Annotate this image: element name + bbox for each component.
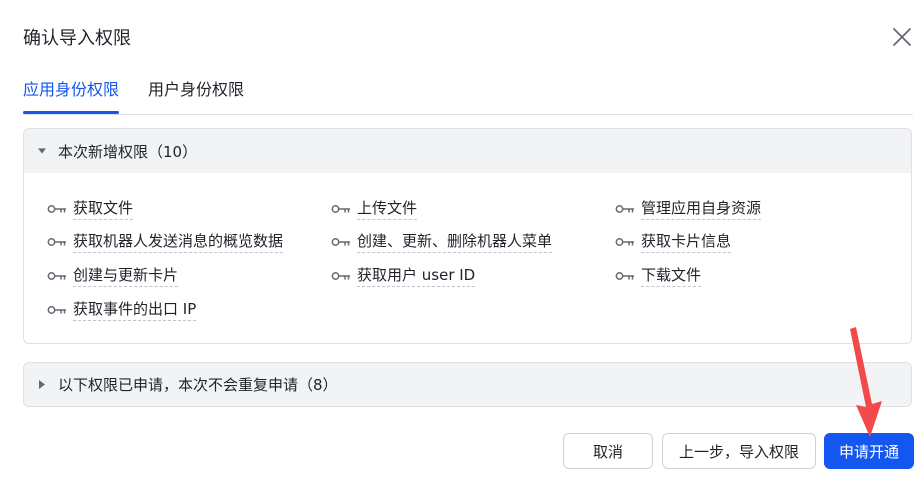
cancel-button[interactable]: 取消	[563, 433, 653, 469]
applied-permissions-header[interactable]: 以下权限已申请，本次不会重复申请（8）	[24, 363, 911, 406]
permission-label: 获取文件	[73, 197, 134, 220]
permission-item: 获取文件	[47, 197, 134, 220]
permission-label: 获取事件的出口 IP	[73, 298, 197, 321]
back-import-button[interactable]: 上一步，导入权限	[662, 433, 816, 469]
permission-label: 创建与更新卡片	[73, 264, 179, 287]
active-tab-indicator	[23, 111, 120, 114]
new-permissions-header[interactable]: 本次新增权限（10）	[24, 129, 911, 173]
key-icon	[615, 204, 634, 213]
close-icon[interactable]	[890, 25, 914, 49]
permission-label: 创建、更新、删除机器人菜单	[357, 230, 553, 253]
permission-label: 获取机器人发送消息的概览数据	[73, 230, 284, 253]
tab-label: 用户身份权限	[148, 80, 245, 99]
permission-label: 下载文件	[641, 264, 702, 287]
permission-item: 下载文件	[615, 264, 702, 287]
applied-permissions-panel: 以下权限已申请，本次不会重复申请（8）	[23, 362, 912, 407]
tab-label: 应用身份权限	[23, 80, 120, 99]
tab-user-identity-permissions[interactable]: 用户身份权限	[148, 76, 244, 100]
dialog-title: 确认导入权限	[23, 28, 131, 49]
key-icon	[615, 237, 634, 246]
permission-item: 获取事件的出口 IP	[47, 298, 197, 321]
caret-right-icon	[38, 380, 46, 389]
key-icon	[47, 204, 66, 213]
permission-item: 上传文件	[331, 197, 418, 220]
permission-item: 创建与更新卡片	[47, 264, 179, 287]
key-icon	[47, 305, 66, 314]
key-icon	[331, 204, 350, 213]
permission-label: 获取卡片信息	[641, 230, 732, 253]
permission-item: 管理应用自身资源	[615, 197, 762, 220]
new-permissions-title: 本次新增权限（10）	[58, 142, 198, 161]
key-icon	[331, 237, 350, 246]
tab-app-identity-permissions[interactable]: 应用身份权限	[23, 76, 120, 114]
key-icon	[615, 271, 634, 280]
caret-down-icon	[38, 147, 46, 155]
applied-permissions-title: 以下权限已申请，本次不会重复申请（8）	[58, 376, 338, 394]
permission-item: 获取机器人发送消息的概览数据	[47, 230, 284, 253]
permission-item: 获取用户 user ID	[331, 264, 476, 287]
key-icon	[47, 237, 66, 246]
apply-button[interactable]: 申请开通	[824, 433, 914, 469]
permission-label: 管理应用自身资源	[641, 197, 762, 220]
key-icon	[47, 271, 66, 280]
permission-item: 获取卡片信息	[615, 230, 732, 253]
permission-label: 获取用户 user ID	[357, 264, 476, 287]
tab-bar: 应用身份权限 用户身份权限	[23, 76, 913, 115]
permission-item: 创建、更新、删除机器人菜单	[331, 230, 553, 253]
key-icon	[331, 271, 350, 280]
permission-label: 上传文件	[357, 197, 418, 220]
